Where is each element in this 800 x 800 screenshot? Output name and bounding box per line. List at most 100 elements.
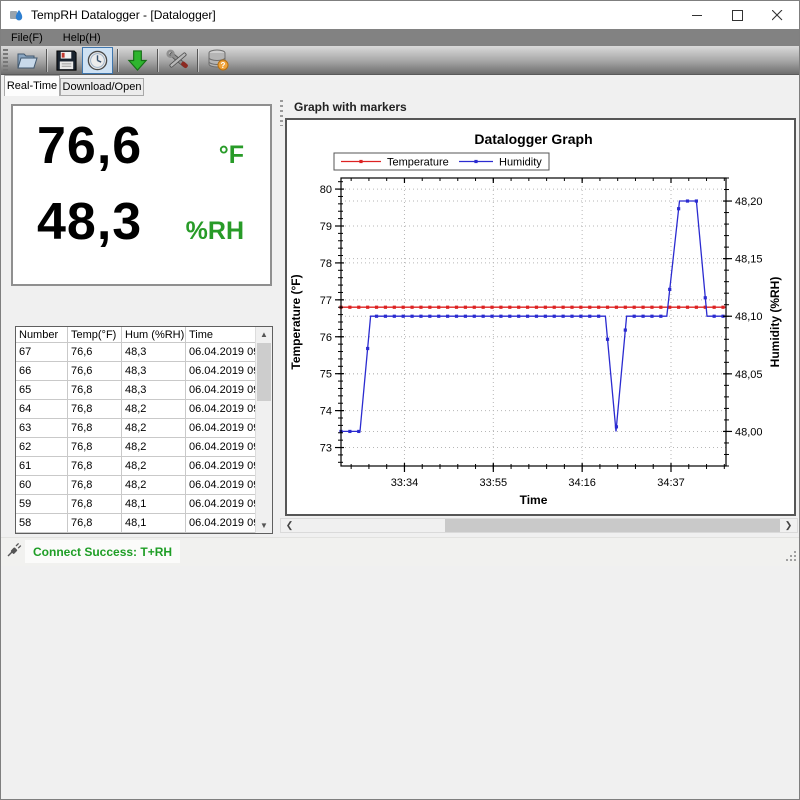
svg-text:Temperature (°F): Temperature (°F): [289, 274, 303, 369]
datalogger-chart: 737475767778798048,0048,0548,1048,1548,2…: [287, 120, 794, 514]
column-header[interactable]: Temp(°F): [68, 327, 122, 343]
resize-grip-icon[interactable]: [784, 549, 798, 563]
table-row[interactable]: 6176,848,206.04.2019 09:35:18: [16, 457, 273, 476]
temperature-value: 76,6: [37, 116, 142, 176]
table-row[interactable]: 6776,648,306.04.2019 09:35:31: [16, 343, 273, 362]
table-row[interactable]: 6276,848,206.04.2019 09:35:21: [16, 438, 273, 457]
minimize-button[interactable]: [677, 1, 717, 29]
app-thermometer-droplet-icon: [8, 7, 24, 23]
svg-text:74: 74: [320, 406, 332, 418]
data-table: NumberTemp(°F)Hum (%RH)Time6776,648,306.…: [16, 327, 273, 533]
svg-text:48,05: 48,05: [735, 369, 763, 381]
toolbar: ?: [1, 46, 799, 75]
table-cell: 76,8: [68, 476, 122, 495]
table-cell: 63: [16, 419, 68, 438]
up-arrow-icon[interactable]: ▲: [256, 327, 272, 342]
table-cell: 76,8: [68, 419, 122, 438]
humidity-unit: %RH: [186, 217, 244, 246]
svg-text:79: 79: [320, 221, 332, 233]
table-row[interactable]: 6376,848,206.04.2019 09:35:23: [16, 419, 273, 438]
svg-text:33:55: 33:55: [480, 477, 508, 489]
table-cell: 61: [16, 457, 68, 476]
table-cell: 48,3: [122, 343, 186, 362]
folder-open-icon: [15, 48, 39, 72]
settings-button[interactable]: [162, 47, 193, 74]
table-cell: 58: [16, 514, 68, 533]
database-question-icon: ?: [206, 48, 230, 72]
table-cell: 76,8: [68, 514, 122, 533]
download-button[interactable]: [122, 47, 153, 74]
left-arrow-icon[interactable]: ❮: [281, 519, 298, 532]
close-icon: [772, 10, 783, 21]
svg-text:76: 76: [320, 332, 332, 344]
logger-help-button[interactable]: ?: [202, 47, 233, 74]
tab-real-time[interactable]: Real-Time: [4, 75, 60, 96]
svg-text:48,00: 48,00: [735, 426, 763, 438]
graph-panel: 737475767778798048,0048,0548,1048,1548,2…: [285, 118, 796, 516]
clock-icon: [86, 49, 109, 72]
table-scrollbar-thumb[interactable]: [257, 343, 271, 401]
tab-download-open[interactable]: Download/Open: [60, 78, 144, 96]
toolbar-grip[interactable]: [3, 49, 8, 71]
open-file-button[interactable]: [11, 47, 42, 74]
svg-text:Humidity: Humidity: [499, 157, 542, 169]
svg-text:34:16: 34:16: [568, 477, 596, 489]
table-cell: 48,3: [122, 362, 186, 381]
close-button[interactable]: [757, 1, 797, 29]
svg-text:Datalogger Graph: Datalogger Graph: [474, 131, 592, 147]
tab-strip: Real-Time Download/Open: [1, 75, 799, 96]
graph-panel-header: Graph with markers: [294, 100, 407, 114]
plug-icon: [6, 542, 22, 558]
menu-help[interactable]: Help(H): [53, 29, 111, 46]
column-header[interactable]: Number: [16, 327, 68, 343]
table-row[interactable]: 6076,848,206.04.2019 09:35:16: [16, 476, 273, 495]
maximize-icon: [732, 10, 743, 21]
svg-text:78: 78: [320, 258, 332, 270]
table-scrollbar[interactable]: ▲ ▼: [255, 327, 272, 533]
table-cell: 60: [16, 476, 68, 495]
table-cell: 67: [16, 343, 68, 362]
table-row[interactable]: 6676,648,306.04.2019 09:35:29: [16, 362, 273, 381]
tools-icon: [166, 48, 190, 72]
table-cell: 66: [16, 362, 68, 381]
table-cell: 76,8: [68, 400, 122, 419]
menu-file[interactable]: File(F): [1, 29, 53, 46]
minimize-icon: [692, 10, 703, 21]
table-cell: 76,8: [68, 495, 122, 514]
table-row[interactable]: 6576,848,306.04.2019 09:35:27: [16, 381, 273, 400]
svg-text:75: 75: [320, 369, 332, 381]
toolbar-separator: [157, 49, 158, 72]
temperature-unit: °F: [219, 141, 244, 170]
right-arrow-icon[interactable]: ❯: [780, 519, 797, 532]
status-message: Connect Success: T+RH: [33, 545, 172, 559]
toolbar-separator: [46, 49, 47, 72]
table-cell: 48,3: [122, 381, 186, 400]
maximize-button[interactable]: [717, 1, 757, 29]
table-row[interactable]: 5876,848,106.04.2019 09:35:12: [16, 514, 273, 533]
download-arrow-icon: [126, 49, 149, 72]
svg-text:77: 77: [320, 295, 332, 307]
table-row[interactable]: 5976,848,106.04.2019 09:35:14: [16, 495, 273, 514]
table-cell: 76,8: [68, 438, 122, 457]
table-cell: 76,8: [68, 381, 122, 400]
down-arrow-icon[interactable]: ▼: [256, 518, 272, 533]
table-cell: 65: [16, 381, 68, 400]
panel-splitter[interactable]: [278, 96, 284, 541]
column-header[interactable]: Hum (%RH): [122, 327, 186, 343]
table-cell: 48,2: [122, 400, 186, 419]
table-row[interactable]: 6476,848,206.04.2019 09:35:25: [16, 400, 273, 419]
window-title: TempRH Datalogger - [Datalogger]: [31, 8, 216, 22]
table-cell: 76,8: [68, 457, 122, 476]
table-cell: 48,2: [122, 419, 186, 438]
table-cell: 62: [16, 438, 68, 457]
svg-text:48,15: 48,15: [735, 254, 763, 266]
menu-bar: File(F) Help(H): [1, 29, 799, 46]
graph-scrollbar-thumb[interactable]: [445, 519, 781, 532]
svg-text:80: 80: [320, 184, 332, 196]
svg-text:73: 73: [320, 443, 332, 455]
toolbar-separator: [117, 49, 118, 72]
graph-scrollbar[interactable]: ❮ ❯: [280, 518, 798, 533]
realtime-clock-button[interactable]: [82, 47, 113, 74]
save-button[interactable]: [51, 47, 82, 74]
table-cell: 48,2: [122, 457, 186, 476]
